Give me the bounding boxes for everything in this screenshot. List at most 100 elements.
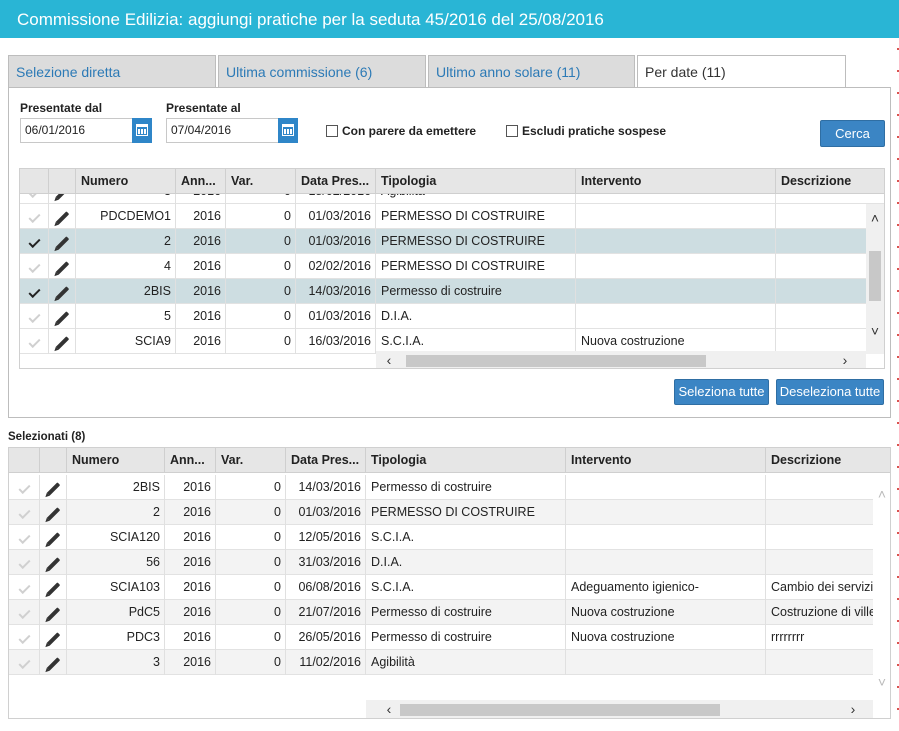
chevron-up-icon[interactable]: ˄ (866, 209, 884, 227)
select-all-button[interactable]: Seleziona tutte (674, 379, 769, 405)
header-col-anno[interactable]: Ann... (165, 448, 216, 473)
chevron-down-icon[interactable]: ˅ (873, 673, 890, 691)
pencil-icon[interactable] (55, 286, 69, 300)
table-row[interactable]: 3 2016 0 11/02/2016 Agibilità (9, 650, 890, 675)
check-cell[interactable] (9, 650, 40, 675)
check-icon[interactable] (17, 506, 31, 520)
header-col-tipologia[interactable]: Tipologia (366, 448, 566, 473)
chevron-left-icon[interactable]: ‹ (380, 700, 398, 718)
edit-cell[interactable] (40, 525, 67, 550)
pencil-icon[interactable] (46, 532, 60, 546)
scrollbar-thumb[interactable] (400, 704, 720, 716)
header-col-var[interactable]: Var. (216, 448, 286, 473)
check-icon[interactable] (17, 481, 31, 495)
pencil-icon[interactable] (55, 311, 69, 325)
check-icon[interactable] (27, 260, 41, 274)
header-col-data[interactable]: Data Pres... (286, 448, 366, 473)
check-icon[interactable] (17, 581, 31, 595)
edit-cell[interactable] (40, 575, 67, 600)
check-icon[interactable] (27, 310, 41, 324)
edit-cell[interactable] (40, 650, 67, 675)
check-cell[interactable] (20, 229, 49, 254)
check-icon[interactable] (17, 531, 31, 545)
pencil-icon[interactable] (55, 236, 69, 250)
vertical-scrollbar[interactable]: ˄ ˅ (873, 475, 890, 701)
check-cell[interactable] (9, 525, 40, 550)
from-calendar-button[interactable] (132, 118, 152, 143)
header-col-numero[interactable]: Numero (67, 448, 165, 473)
header-col-numero[interactable]: Numero (76, 169, 176, 194)
header-col-data[interactable]: Data Pres... (296, 169, 376, 194)
check-cell[interactable] (9, 500, 40, 525)
pencil-icon[interactable] (46, 657, 60, 671)
escludi-sospese-checkbox[interactable]: Escludi pratiche sospese (506, 124, 666, 138)
horizontal-scrollbar[interactable]: ‹ › (366, 700, 873, 718)
check-cell[interactable] (20, 254, 49, 279)
table-row[interactable]: 2BIS 2016 0 14/03/2016 Permesso di costruire (9, 475, 890, 500)
header-col-tipologia[interactable]: Tipologia (376, 169, 576, 194)
checkbox-box[interactable] (506, 125, 518, 137)
check-cell[interactable] (20, 279, 49, 304)
scrollbar-thumb[interactable] (869, 251, 881, 301)
check-icon[interactable] (17, 656, 31, 670)
header-col-anno[interactable]: Ann... (176, 169, 226, 194)
check-cell[interactable] (20, 304, 49, 329)
table-row[interactable]: PDCDEMO1 2016 0 01/03/2016 PERMESSO DI COSTR… (20, 204, 884, 229)
check-cell[interactable] (9, 550, 40, 575)
edit-cell[interactable] (40, 550, 67, 575)
check-cell[interactable] (9, 600, 40, 625)
horizontal-scrollbar[interactable]: ‹ › (376, 351, 866, 368)
chevron-down-icon[interactable]: ˅ (866, 322, 884, 340)
tab-selezione-diretta[interactable]: Selezione diretta (8, 55, 216, 88)
pencil-icon[interactable] (55, 336, 69, 350)
header-col-intervento[interactable]: Intervento (566, 448, 766, 473)
pencil-icon[interactable] (46, 632, 60, 646)
pencil-icon[interactable] (46, 507, 60, 521)
chevron-right-icon[interactable]: › (836, 351, 854, 368)
table-row[interactable]: SCIA103 2016 0 06/08/2016 S.C.I.A. Adeguament… (9, 575, 890, 600)
edit-cell[interactable] (40, 600, 67, 625)
edit-cell[interactable] (40, 475, 67, 500)
edit-cell[interactable] (49, 304, 76, 329)
tab-ultima-commissione[interactable]: Ultima commissione (6) (218, 55, 426, 88)
check-icon[interactable] (27, 235, 41, 249)
to-date-input[interactable]: 07/04/2016 (166, 118, 280, 143)
pencil-icon[interactable] (46, 582, 60, 596)
table-row[interactable]: 56 2016 0 31/03/2016 D.I.A. (9, 550, 890, 575)
check-icon[interactable] (27, 335, 41, 349)
con-parere-checkbox[interactable]: Con parere da emettere (326, 124, 476, 138)
check-cell[interactable] (20, 204, 49, 229)
table-row[interactable]: PdC5 2016 0 21/07/2016 Permesso di costruire… (9, 600, 890, 625)
check-icon[interactable] (17, 631, 31, 645)
edit-cell[interactable] (49, 279, 76, 304)
check-icon[interactable] (17, 556, 31, 570)
table-row[interactable]: 2 2016 0 01/03/2016 PERMESSO DI COSTRUIRE (9, 500, 890, 525)
check-cell[interactable] (9, 475, 40, 500)
edit-cell[interactable] (49, 329, 76, 354)
chevron-up-icon[interactable]: ˄ (873, 485, 890, 503)
check-icon[interactable] (27, 285, 41, 299)
scrollbar-thumb[interactable] (406, 355, 706, 367)
table-row[interactable]: 2 2016 0 01/03/2016 PERMESSO DI COSTRUIRE (20, 229, 884, 254)
tab-ultimo-anno-solare[interactable]: Ultimo anno solare (11) (428, 55, 635, 88)
check-icon[interactable] (27, 210, 41, 224)
table-row[interactable]: SCIA120 2016 0 12/05/2016 S.C.I.A. (9, 525, 890, 550)
chevron-right-icon[interactable]: › (844, 700, 862, 718)
tab-per-date[interactable]: Per date (11) (637, 55, 846, 89)
pencil-icon[interactable] (46, 607, 60, 621)
check-cell[interactable] (9, 575, 40, 600)
check-icon[interactable] (17, 606, 31, 620)
header-col-var[interactable]: Var. (226, 169, 296, 194)
header-col-descrizione[interactable]: Descrizione (766, 448, 890, 473)
header-col-descrizione[interactable]: Descrizione (776, 169, 884, 194)
edit-cell[interactable] (40, 500, 67, 525)
edit-cell[interactable] (49, 204, 76, 229)
edit-cell[interactable] (40, 625, 67, 650)
check-cell[interactable] (9, 625, 40, 650)
check-cell[interactable] (20, 329, 49, 354)
chevron-left-icon[interactable]: ‹ (380, 351, 398, 368)
to-calendar-button[interactable] (278, 118, 298, 143)
deselect-all-button[interactable]: Deseleziona tutte (776, 379, 884, 405)
search-button[interactable]: Cerca (820, 120, 885, 147)
from-date-input[interactable]: 06/01/2016 (20, 118, 134, 143)
